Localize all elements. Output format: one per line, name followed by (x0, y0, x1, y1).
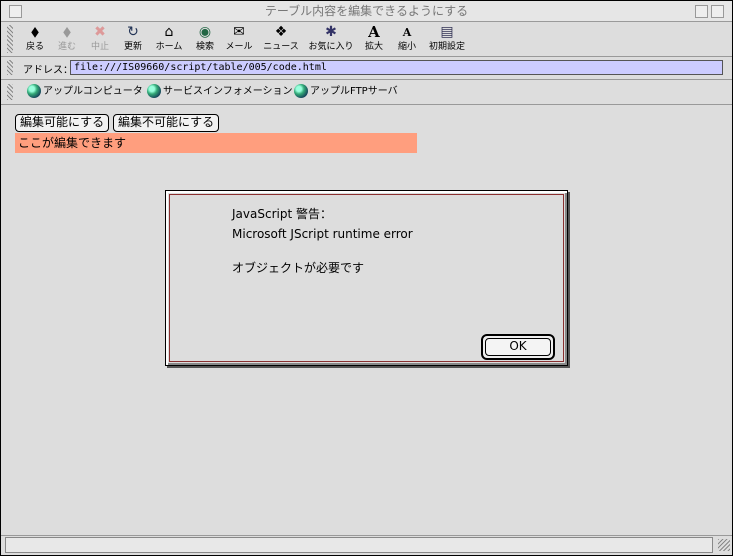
smaller-text-button[interactable]: A 縮小 (396, 24, 418, 54)
favorite-label: アップルFTPサーバ (310, 86, 398, 97)
address-input[interactable]: file:///IS09660/script/table/005/code.ht… (70, 60, 723, 75)
back-label: 戻る (25, 42, 44, 52)
larger-text-label: 拡大 (364, 42, 383, 52)
reload-icon: ↻ (127, 24, 139, 40)
stop-icon: ✖ (94, 24, 106, 40)
news-label: ニュース (263, 42, 299, 52)
editable-region[interactable]: ここが編集できます (15, 133, 417, 153)
ok-button[interactable]: OK (481, 334, 555, 360)
address-label: アドレス： (23, 65, 73, 76)
mail-label: メール (225, 42, 253, 52)
mail-icon: ✉ (233, 24, 245, 40)
favorites-grip[interactable] (7, 84, 13, 100)
page-content: 編集可能にする 編集不可能にする ここが編集できます JavaScript 警告… (1, 105, 732, 535)
larger-text-button[interactable]: A 拡大 (363, 24, 385, 54)
preferences-button[interactable]: ▤ 初期設定 (427, 24, 467, 54)
status-field (5, 537, 713, 553)
favorites-bar: アップルコンピュータ サービスインフォメーション アップルFTPサーバ (1, 80, 732, 105)
globe-icon (294, 84, 308, 98)
alert-dialog: JavaScript 警告： Microsoft JScript runtime… (165, 190, 568, 366)
dialog-error-line: Microsoft JScript runtime error (232, 227, 413, 241)
favorites-button[interactable]: ✱ お気に入り (307, 24, 355, 54)
smaller-text-label: 縮小 (397, 42, 416, 52)
make-not-editable-button[interactable]: 編集不可能にする (113, 114, 220, 132)
mail-button[interactable]: ✉ メール (223, 24, 255, 54)
zoom-box[interactable] (695, 5, 708, 18)
favorite-apple-ftp[interactable]: アップルFTPサーバ (294, 84, 398, 100)
forward-arrow-icon: ◆ (63, 24, 71, 40)
stop-label: 中止 (90, 42, 109, 52)
reload-button[interactable]: ↻ 更新 (121, 24, 145, 54)
ok-label: OK (485, 338, 551, 356)
favorites-label: お気に入り (308, 42, 354, 52)
globe-icon (147, 84, 161, 98)
forward-label: 進む (57, 42, 76, 52)
toolbar-grip[interactable] (7, 25, 13, 53)
stop-button[interactable]: ✖ 中止 (87, 24, 113, 54)
collapse-box[interactable] (711, 5, 724, 18)
resize-grip-icon[interactable] (718, 539, 730, 551)
back-arrow-icon: ◆ (31, 24, 39, 40)
reload-label: 更新 (123, 42, 142, 52)
forward-button[interactable]: ◆ 進む (55, 24, 79, 54)
favorite-apple-computer[interactable]: アップルコンピュータ (27, 84, 143, 100)
close-box[interactable] (9, 5, 22, 18)
status-bar (1, 535, 732, 556)
news-icon: ❖ (274, 24, 288, 40)
address-grip[interactable] (7, 60, 13, 75)
preferences-icon: ▤ (440, 24, 454, 40)
dialog-title: JavaScript 警告： (232, 207, 332, 221)
back-button[interactable]: ◆ 戻る (23, 24, 47, 54)
search-button[interactable]: ◉ 検索 (193, 24, 217, 54)
news-button[interactable]: ❖ ニュース (261, 24, 301, 54)
window-title: テーブル内容を編集できるようにする (264, 4, 469, 18)
toolbar: ◆ 戻る ◆ 進む ✖ 中止 ↻ 更新 ⌂ ホーム ◉ 検索 ✉ メール ❖ ニ (1, 22, 732, 57)
favorite-service-info[interactable]: サービスインフォメーション (147, 84, 293, 100)
smaller-text-icon: A (402, 26, 412, 39)
home-label: ホーム (155, 42, 183, 52)
favorites-icon: ✱ (325, 24, 337, 40)
favorite-label: アップルコンピュータ (43, 86, 143, 97)
address-bar: アドレス： file:///IS09660/script/table/005/c… (1, 57, 732, 80)
home-icon: ⌂ (164, 24, 174, 40)
globe-icon (27, 84, 41, 98)
preferences-label: 初期設定 (428, 42, 465, 52)
home-button[interactable]: ⌂ ホーム (153, 24, 185, 54)
favorite-label: サービスインフォメーション (163, 86, 293, 97)
search-label: 検索 (195, 42, 214, 52)
dialog-message: オブジェクトが必要です (232, 261, 365, 275)
title-bar[interactable]: テーブル内容を編集できるようにする (1, 1, 732, 22)
browser-window: テーブル内容を編集できるようにする ◆ 戻る ◆ 進む ✖ 中止 ↻ 更新 ⌂ … (0, 0, 733, 556)
larger-text-icon: A (368, 23, 380, 41)
make-editable-button[interactable]: 編集可能にする (15, 114, 110, 132)
search-globe-icon: ◉ (198, 24, 212, 40)
